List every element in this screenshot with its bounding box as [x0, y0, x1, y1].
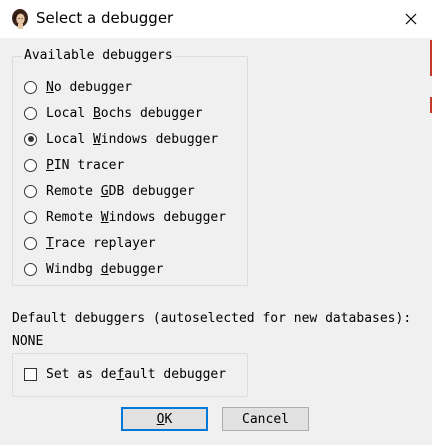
ok-button-label: OK [156, 411, 173, 427]
group-title: Available debuggers [22, 48, 175, 63]
radio-button[interactable] [24, 262, 37, 276]
radio-option-remote-windows[interactable]: Remote Windows debugger [24, 207, 226, 227]
radio-option-windbg[interactable]: Windbg debugger [24, 259, 163, 279]
default-debuggers-value: NONE [12, 334, 44, 349]
close-button[interactable] [392, 0, 430, 38]
radio-button[interactable] [24, 210, 37, 224]
radio-label: Trace replayer [46, 235, 156, 251]
ok-button[interactable]: OK [121, 407, 208, 431]
radio-button[interactable] [24, 106, 37, 120]
radio-label: Windbg debugger [46, 261, 164, 277]
radio-label: Remote GDB debugger [46, 183, 195, 199]
radio-option-remote-gdb[interactable]: Remote GDB debugger [24, 181, 195, 201]
radio-button[interactable] [24, 132, 37, 146]
set-default-checkbox[interactable]: Set as default debugger [24, 367, 226, 382]
radio-label: No debugger [46, 79, 133, 95]
radio-option-local-windows[interactable]: Local Windows debugger [24, 129, 218, 149]
title-bar: Select a debugger [0, 0, 432, 38]
close-icon [405, 13, 417, 25]
radio-label: Local Bochs debugger [46, 105, 203, 121]
cancel-button-label: Cancel [242, 411, 289, 427]
radio-option-local-bochs[interactable]: Local Bochs debugger [24, 103, 203, 123]
radio-button[interactable] [24, 158, 37, 172]
checkbox-label: Set as default debugger [46, 367, 227, 382]
window-title: Select a debugger [36, 9, 174, 27]
ida-portrait-icon [12, 9, 28, 29]
cancel-button[interactable]: Cancel [222, 407, 309, 431]
select-debugger-dialog: Select a debugger Available debuggers No… [0, 0, 432, 445]
checkbox-box[interactable] [24, 368, 37, 381]
radio-button[interactable] [24, 80, 37, 94]
radio-option-trace-replayer[interactable]: Trace replayer [24, 233, 156, 253]
radio-label: Local Windows debugger [46, 131, 219, 147]
default-debuggers-label: Default debuggers (autoselected for new … [12, 311, 412, 326]
radio-option-pin-tracer[interactable]: PIN tracer [24, 155, 124, 175]
radio-button[interactable] [24, 236, 37, 250]
radio-button[interactable] [24, 184, 37, 198]
radio-label: PIN tracer [46, 157, 125, 173]
radio-option-no-debugger[interactable]: No debugger [24, 77, 132, 97]
radio-label: Remote Windows debugger [46, 209, 227, 225]
